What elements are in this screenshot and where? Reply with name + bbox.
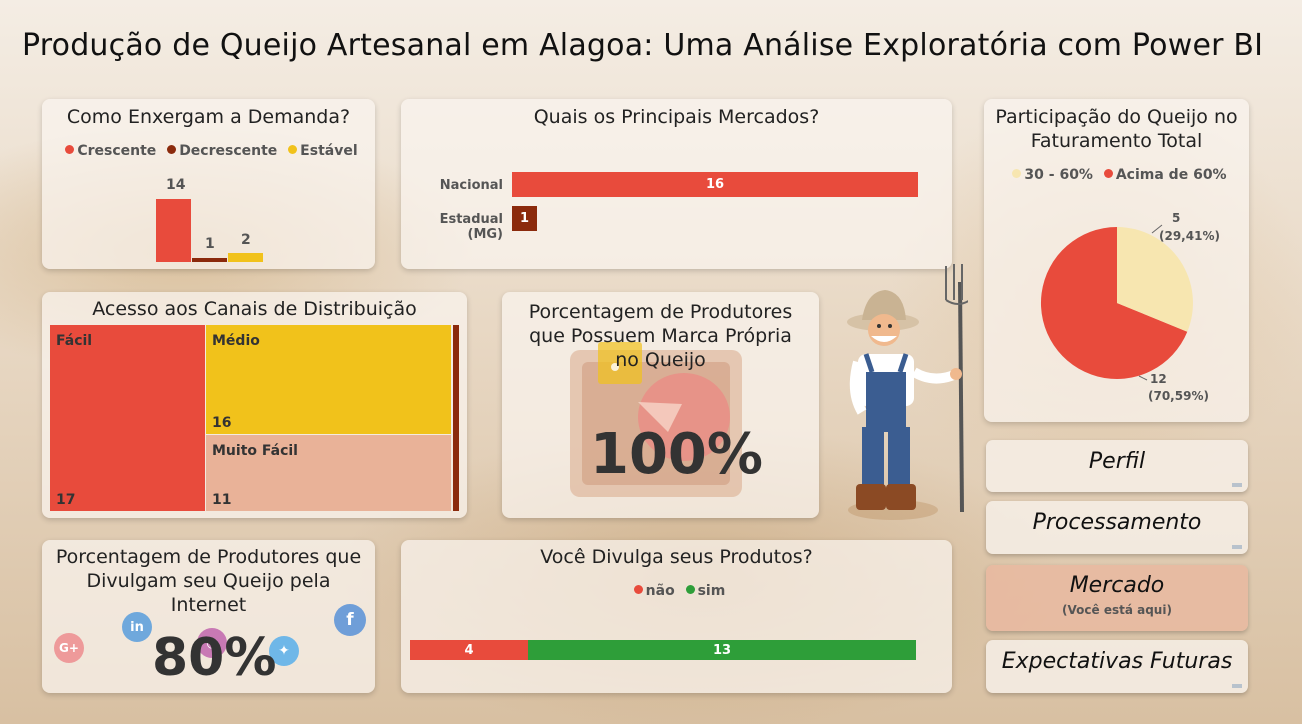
- nav-mercado-label: Mercado: [1069, 573, 1165, 598]
- bar-nacional[interactable]: 16: [512, 172, 918, 197]
- nav-perfil-corner: [1232, 483, 1242, 487]
- demand-legend: Crescente Decrescente Estável: [42, 143, 375, 159]
- treemap-value-muito-facil: 11: [212, 492, 232, 508]
- nav-perfil-label: Perfil: [1088, 449, 1146, 474]
- legend-nao: não: [645, 583, 675, 599]
- internet-percentage: 80%: [152, 628, 277, 688]
- nav-perfil-button[interactable]: Perfil: [986, 440, 1248, 492]
- treemap-cell-medio[interactable]: Médio 16: [206, 325, 451, 434]
- legend-dot-sim: [685, 585, 695, 594]
- google-plus-icon: G+: [54, 633, 84, 663]
- market-label-estadual: Estadual (MG): [439, 212, 503, 242]
- demand-card: Como Enxergam a Demanda? Crescente Decre…: [42, 99, 375, 269]
- pie-label-pct-1: (29,41%): [1159, 229, 1220, 243]
- bar-value-decrescente: 1: [205, 236, 215, 252]
- nav-expectativas-label: Expectativas Futuras: [1001, 649, 1233, 674]
- bar-decrescente[interactable]: [192, 258, 227, 262]
- promote-card: Você Divulga seus Produtos? não sim 4 13: [401, 540, 952, 693]
- bar-estadual[interactable]: 1: [512, 206, 537, 231]
- treemap-name-facil: Fácil: [56, 333, 93, 349]
- facebook-icon: f: [334, 604, 366, 636]
- bar-value-crescente: 14: [166, 177, 186, 193]
- page-title: Produção de Queijo Artesanal em Alagoa: …: [22, 28, 1264, 63]
- internet-title: Porcentagem de Produtores que Divulgam s…: [55, 546, 362, 616]
- bar-nao[interactable]: 4: [410, 640, 528, 660]
- pie-label-pct-2: (70,59%): [1148, 389, 1209, 403]
- legend-estavel: Estável: [300, 143, 358, 159]
- pie-label-count-2: 12: [1150, 372, 1167, 386]
- treemap-cell-muito-facil[interactable]: Muito Fácil 11: [206, 435, 451, 511]
- brand-percentage: 100%: [590, 422, 764, 487]
- legend-dot-nao: [633, 585, 643, 594]
- bar-estavel[interactable]: [228, 253, 263, 262]
- bar-nao-value: 4: [464, 642, 474, 658]
- nav-processamento-button[interactable]: Processamento: [986, 501, 1248, 554]
- pie-label-count-1: 5: [1172, 211, 1181, 225]
- bar-sim[interactable]: 13: [528, 640, 916, 660]
- nav-processamento-label: Processamento: [1032, 510, 1202, 535]
- linkedin-icon: in: [122, 612, 152, 642]
- bar-sim-value: 13: [712, 642, 732, 658]
- legend-decrescente: Decrescente: [179, 143, 278, 159]
- markets-card: Quais os Principais Mercados? Nacional 1…: [401, 99, 952, 269]
- treemap-value-facil: 17: [56, 492, 76, 508]
- treemap-name-muito-facil: Muito Fácil: [212, 443, 298, 459]
- distribution-card: Acesso aos Canais de Distribuição Fácil …: [42, 292, 467, 518]
- bar-nacional-value: 16: [705, 177, 725, 192]
- legend-crescente: Crescente: [77, 143, 157, 159]
- distribution-title: Acesso aos Canais de Distribuição: [92, 298, 417, 320]
- promote-legend: não sim: [401, 583, 952, 599]
- nav-mercado-sublabel: (Você está aqui): [1062, 603, 1172, 617]
- demand-title: Como Enxergam a Demanda?: [66, 106, 351, 128]
- bar-crescente[interactable]: [156, 199, 191, 262]
- pie-leader-2: [1138, 375, 1148, 381]
- market-label-nacional: Nacional: [439, 178, 503, 193]
- legend-dot-estavel: [288, 145, 298, 154]
- nav-mercado-button[interactable]: Mercado (Você está aqui): [986, 565, 1248, 631]
- brand-card: Porcentagem de Produtores que Possuem Ma…: [502, 292, 819, 518]
- promote-title: Você Divulga seus Produtos?: [540, 546, 813, 568]
- farmer-illustration: [847, 264, 968, 520]
- treemap-cell-facil[interactable]: Fácil 17: [50, 325, 205, 511]
- treemap-value-medio: 16: [212, 415, 232, 431]
- legend-dot-crescente: [65, 145, 75, 154]
- treemap-cell-dificil[interactable]: [453, 325, 459, 511]
- markets-title: Quais os Principais Mercados?: [533, 106, 820, 128]
- brand-title: Porcentagem de Produtores que Possuem Ma…: [528, 301, 793, 371]
- nav-processamento-corner: [1232, 545, 1242, 549]
- bar-estadual-value: 1: [519, 211, 530, 226]
- legend-dot-decrescente: [167, 145, 177, 154]
- treemap-name-medio: Médio: [212, 333, 260, 349]
- nav-expectativas-button[interactable]: Expectativas Futuras: [986, 640, 1248, 693]
- internet-card: Porcentagem de Produtores que Divulgam s…: [42, 540, 375, 693]
- legend-sim: sim: [697, 583, 726, 599]
- revenue-card: Participação do Queijo no Faturamento To…: [984, 99, 1249, 422]
- revenue-pie[interactable]: [984, 99, 1249, 422]
- nav-expectativas-corner: [1232, 684, 1242, 688]
- bar-value-estavel: 2: [241, 232, 251, 248]
